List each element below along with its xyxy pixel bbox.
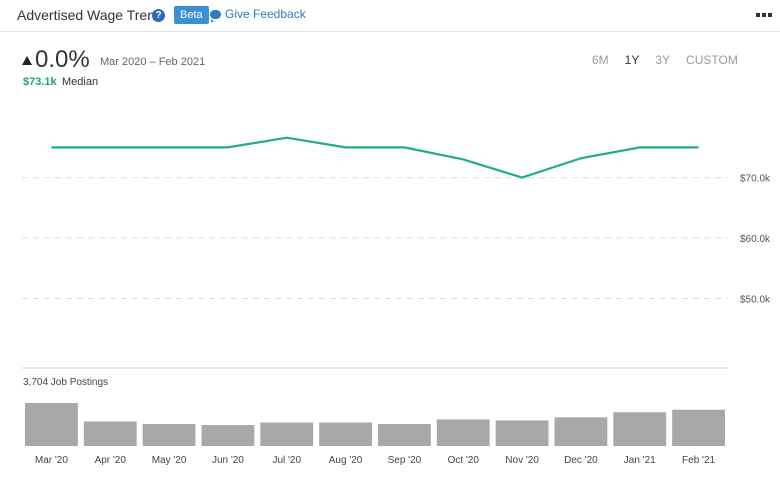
x-tick-label: Jun '20 [212, 455, 244, 466]
x-tick-label: Apr '20 [95, 455, 127, 466]
y-tick-label: $60.0k [740, 234, 771, 245]
x-tick-label: Jan '21 [624, 455, 656, 466]
job-postings-bar [260, 422, 314, 446]
wage-trend-line [51, 136, 699, 179]
x-tick-label: Sep '20 [388, 455, 422, 466]
job-postings-bar [554, 417, 608, 446]
job-postings-bar [672, 409, 725, 446]
x-tick-label: May '20 [152, 455, 187, 466]
x-tick-label: Nov '20 [505, 455, 539, 466]
wage-trend-chart: $50.0k $60.0k $70.0k Mar '20 Apr '20 May '20 J… [22, 136, 771, 466]
x-tick-label: Mar '20 [35, 455, 68, 466]
job-postings-bar [613, 412, 667, 446]
job-postings-bar [319, 422, 372, 446]
job-postings-bar [378, 424, 431, 446]
x-tick-label: Feb '21 [682, 455, 715, 466]
x-tick-label: Jul '20 [272, 455, 301, 466]
y-tick-label: $70.0k [740, 174, 771, 185]
job-postings-bar [142, 424, 196, 446]
x-tick-label: Dec '20 [564, 455, 598, 466]
x-tick-label: Oct '20 [448, 455, 480, 466]
job-postings-bar [201, 425, 255, 446]
y-tick-label: $50.0k [740, 294, 771, 305]
job-postings-bar [436, 419, 490, 446]
x-tick-label: Aug '20 [329, 455, 363, 466]
job-postings-bar [25, 403, 78, 446]
job-postings-bar [495, 420, 549, 446]
job-postings-bar [83, 421, 137, 446]
